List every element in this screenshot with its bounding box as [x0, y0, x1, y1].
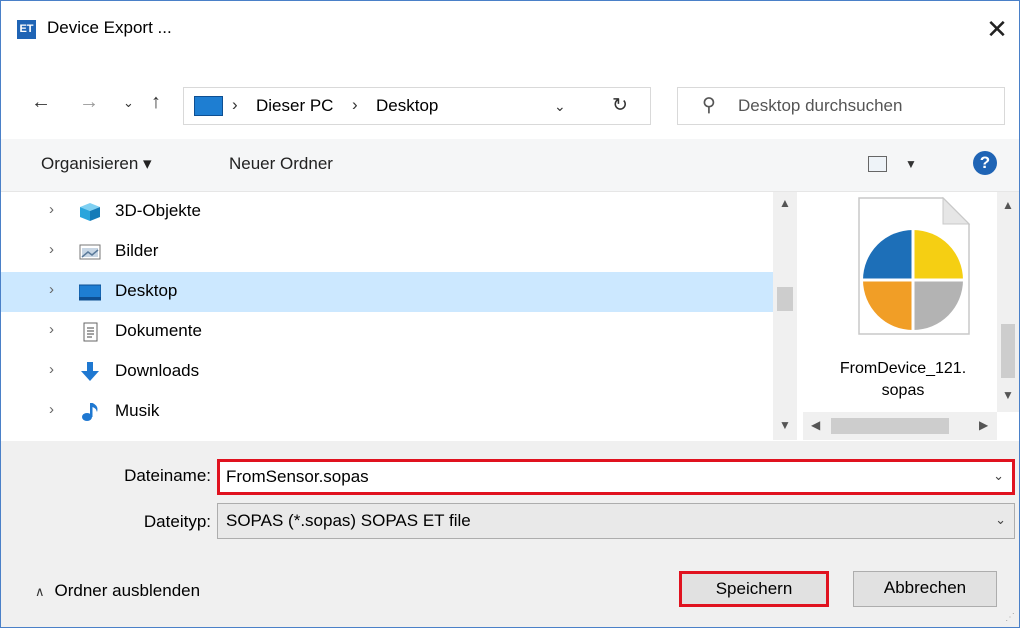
expand-chevron-icon[interactable]: ›: [49, 401, 54, 418]
expand-chevron-icon[interactable]: ›: [49, 241, 54, 258]
tree-item-documents[interactable]: › Dokumente: [1, 312, 773, 352]
scroll-thumb[interactable]: [831, 418, 949, 434]
tree-item-label: Dokumente: [115, 321, 202, 340]
desktop-icon: [79, 284, 101, 301]
scroll-down-icon[interactable]: ▼: [1002, 388, 1014, 402]
save-dialog: ET Device Export ... ✕ ← → ⌄ ↑ › Dieser …: [0, 0, 1020, 628]
tree-item-desktop[interactable]: › Desktop: [1, 272, 773, 312]
search-box[interactable]: ⚲ Desktop durchsuchen: [677, 87, 1005, 125]
expand-chevron-icon[interactable]: ›: [49, 361, 54, 378]
up-arrow-icon[interactable]: ↑: [151, 91, 161, 114]
help-icon[interactable]: ?: [973, 151, 997, 175]
3d-objects-icon: [80, 203, 100, 221]
resize-grip-icon[interactable]: ⋰: [1005, 612, 1015, 623]
this-pc-icon: [194, 96, 223, 116]
chevron-right-icon[interactable]: ›: [352, 95, 358, 115]
window-title: Device Export ...: [47, 18, 172, 37]
filename-input[interactable]: FromSensor.sopas ⌄: [217, 459, 1015, 495]
scroll-up-icon[interactable]: ▲: [779, 196, 791, 210]
navigation-pane: › 3D-Objekte › Bilder › Desktop › Dokume…: [1, 192, 773, 440]
chevron-down-icon[interactable]: ⌄: [995, 512, 1006, 528]
chevron-down-icon[interactable]: ⌄: [554, 98, 566, 115]
chevron-up-icon: ∧: [35, 584, 45, 599]
file-list-pane: FromDevice_121. sopas: [803, 192, 1019, 440]
tree-item-3d-objects[interactable]: › 3D-Objekte: [1, 192, 773, 232]
filetype-value: SOPAS (*.sopas) SOPAS ET file: [226, 511, 471, 530]
sopas-file-icon: [858, 196, 971, 335]
tree-item-label: Downloads: [115, 361, 200, 380]
filename-label: Dateiname:: [124, 466, 211, 485]
close-button[interactable]: ✕: [975, 9, 1019, 49]
address-bar[interactable]: › Dieser PC › Desktop ⌄ ↻: [183, 87, 651, 125]
close-icon: ✕: [986, 14, 1008, 44]
scroll-down-icon[interactable]: ▼: [779, 418, 791, 432]
expand-chevron-icon[interactable]: ›: [49, 321, 54, 338]
file-name: FromDevice_121. sopas: [803, 358, 1003, 402]
tree-item-pictures[interactable]: › Bilder: [1, 232, 773, 272]
organize-button[interactable]: Organisieren ▾: [41, 154, 152, 174]
chevron-down-icon[interactable]: ⌄: [993, 468, 1004, 484]
hide-folders-toggle[interactable]: ∧ Ordner ausblenden: [35, 581, 200, 601]
scroll-right-icon[interactable]: ▶: [979, 418, 988, 432]
tree-item-label: Desktop: [115, 281, 178, 300]
cancel-button[interactable]: Abbrechen: [853, 571, 997, 607]
back-arrow-icon[interactable]: ←: [31, 91, 51, 114]
filename-value: FromSensor.sopas: [226, 467, 369, 486]
tree-item-label: Bilder: [115, 241, 159, 260]
hide-folders-label: Ordner ausblenden: [54, 581, 201, 600]
search-placeholder: Desktop durchsuchen: [738, 96, 903, 115]
save-form: Dateiname: FromSensor.sopas ⌄ Dateityp: …: [1, 441, 1019, 627]
scroll-left-icon[interactable]: ◀: [811, 418, 820, 432]
filetype-select[interactable]: SOPAS (*.sopas) SOPAS ET file ⌄: [217, 503, 1015, 539]
music-icon: [82, 403, 98, 421]
forward-arrow-icon[interactable]: →: [79, 91, 99, 114]
navigation-scrollbar[interactable]: ▲ ▼: [773, 192, 797, 440]
tree-item-music[interactable]: › Musik: [1, 392, 773, 432]
title-bar: ET Device Export ... ✕: [1, 1, 1019, 59]
scroll-thumb[interactable]: [777, 287, 793, 311]
search-icon: ⚲: [702, 95, 716, 116]
downloads-icon: [81, 362, 99, 381]
app-icon: ET: [17, 20, 36, 39]
save-button[interactable]: Speichern: [679, 571, 829, 607]
file-item[interactable]: FromDevice_121. sopas: [803, 192, 997, 412]
documents-icon: [83, 322, 98, 342]
tree-item-downloads[interactable]: › Downloads: [1, 352, 773, 392]
tree-item-label: 3D-Objekte: [115, 201, 201, 220]
tree-item-label: Musik: [115, 401, 160, 420]
view-options-icon[interactable]: [868, 156, 887, 172]
address-row: ← → ⌄ ↑ › Dieser PC › Desktop ⌄ ↻ ⚲ Desk…: [1, 69, 1019, 139]
breadcrumb-desktop[interactable]: Desktop: [376, 96, 438, 116]
file-name-line2: sopas: [881, 382, 925, 399]
new-folder-button[interactable]: Neuer Ordner: [229, 154, 333, 174]
expand-chevron-icon[interactable]: ›: [49, 201, 54, 218]
file-name-line1: FromDevice_121.: [839, 360, 967, 377]
scroll-up-icon[interactable]: ▲: [1002, 198, 1014, 212]
view-dropdown-icon[interactable]: ▼: [905, 157, 917, 171]
expand-chevron-icon[interactable]: ›: [49, 281, 54, 298]
chevron-right-icon[interactable]: ›: [232, 95, 238, 115]
filetype-label: Dateityp:: [143, 512, 211, 531]
breadcrumb-this-pc[interactable]: Dieser PC: [256, 96, 333, 116]
refresh-icon[interactable]: ↻: [612, 94, 628, 117]
recent-dropdown-icon[interactable]: ⌄: [123, 95, 134, 111]
command-toolbar: Organisieren ▾ Neuer Ordner ▼ ?: [1, 139, 1019, 192]
scroll-thumb[interactable]: [1001, 324, 1015, 378]
file-pane-vertical-scrollbar[interactable]: ▲ ▼: [997, 192, 1019, 412]
pictures-icon: [79, 244, 101, 260]
file-pane-horizontal-scrollbar[interactable]: ◀ ▶: [803, 412, 997, 440]
